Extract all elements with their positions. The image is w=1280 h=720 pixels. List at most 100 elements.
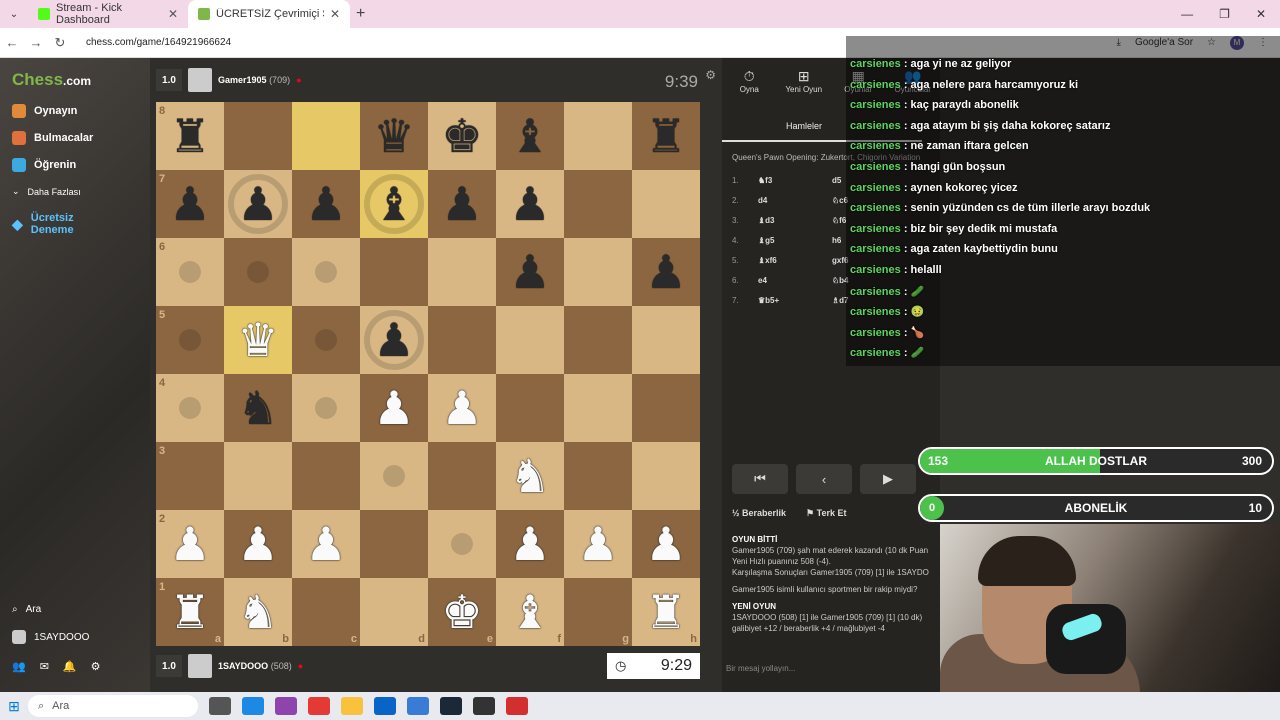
square-e8[interactable]: ♚ [428,102,496,170]
edge-icon[interactable] [242,697,264,715]
square-b1[interactable]: b ♞ [224,578,292,646]
square-a6[interactable]: 6 [156,238,224,306]
chrome-icon[interactable] [308,697,330,715]
square-e4[interactable]: ♟ [428,374,496,442]
sidebar-item-play[interactable]: Oynayın [12,104,77,118]
square-h1[interactable]: h ♜ [632,578,700,646]
square-f8[interactable]: ♝ [496,102,564,170]
black-pawn-icon[interactable]: ♟ [509,181,550,227]
square-g3[interactable] [564,442,632,510]
square-h5[interactable] [632,306,700,374]
square-f7[interactable]: ♟ [496,170,564,238]
sidebar-item-puzzles[interactable]: Bulmacalar [12,131,93,145]
white-move[interactable]: d4 [758,196,832,205]
prev-move-button[interactable]: ‹ [796,464,852,494]
tab-new-game[interactable]: ⊞ Yeni Oyun [777,68,832,94]
white-move[interactable]: e4 [758,276,832,285]
black-pawn-icon[interactable]: ♟ [169,181,210,227]
white-rook-icon[interactable]: ♜ [645,589,686,635]
white-king-icon[interactable]: ♚ [441,589,482,635]
square-d8[interactable]: ♛ [360,102,428,170]
sidebar-search[interactable]: ⌕ Ara [12,604,41,615]
taskbar-search[interactable]: ⌕ Ara [28,695,198,717]
white-queen-icon[interactable]: ♛ [237,317,278,363]
steam-icon[interactable] [440,697,462,715]
resign-button[interactable]: ⚑ Terk Et [806,508,846,519]
square-b5[interactable]: ♛ [224,306,292,374]
next-move-button[interactable]: ▶ [860,464,916,494]
black-pawn-icon[interactable]: ♟ [373,317,414,363]
sidebar-item-learn[interactable]: Öğrenin [12,158,76,172]
copilot-icon[interactable] [275,697,297,715]
draw-button[interactable]: ½ Beraberlik [732,508,786,519]
square-c4[interactable] [292,374,360,442]
url-field[interactable]: chess.com/game/164921966624 [86,37,231,48]
black-rook-icon[interactable]: ♜ [645,113,686,159]
mail-icon[interactable]: ✉ [40,660,49,673]
sidebar-item-more[interactable]: ⌄ Daha Fazlası [12,186,81,197]
square-f4[interactable] [496,374,564,442]
white-knight-icon[interactable]: ♞ [237,589,278,635]
square-c2[interactable]: ♟ [292,510,360,578]
reload-icon[interactable]: ↻ [48,35,72,51]
square-h4[interactable] [632,374,700,442]
white-pawn-icon[interactable]: ♟ [169,521,210,567]
square-d4[interactable]: ♟ [360,374,428,442]
black-move[interactable]: ♘f6 [832,216,846,225]
black-bishop-icon[interactable]: ♝ [373,181,414,227]
square-g7[interactable] [564,170,632,238]
first-move-button[interactable]: ⏮ [732,464,788,494]
square-e1[interactable]: e ♚ [428,578,496,646]
close-tab-icon[interactable]: ✕ [330,7,340,21]
square-e5[interactable] [428,306,496,374]
square-d1[interactable]: d [360,578,428,646]
square-g5[interactable] [564,306,632,374]
white-pawn-icon[interactable]: ♟ [577,521,618,567]
back-icon[interactable]: ← [0,35,24,50]
black-knight-icon[interactable]: ♞ [237,385,278,431]
white-move[interactable]: ♝d3 [758,216,832,225]
square-d5[interactable]: ♟ [360,306,428,374]
white-bishop-icon[interactable]: ♝ [509,589,550,635]
bottom-player-name[interactable]: 1SAYDOOO (508) [218,661,292,671]
white-move[interactable]: ♝xf6 [758,256,832,265]
black-pawn-icon[interactable]: ♟ [645,249,686,295]
file-explorer-icon[interactable] [341,697,363,715]
square-d3[interactable] [360,442,428,510]
sidebar-item-free-trial[interactable]: ◆ Ücretsiz Deneme [12,212,102,236]
black-pawn-icon[interactable]: ♟ [305,181,346,227]
white-pawn-icon[interactable]: ♟ [237,521,278,567]
black-pawn-icon[interactable]: ♟ [237,181,278,227]
white-pawn-icon[interactable]: ♟ [373,385,414,431]
tab-list-chevron-icon[interactable]: ⌄ [0,9,28,20]
square-c7[interactable]: ♟ [292,170,360,238]
black-move[interactable]: h6 [832,236,841,245]
outlook-icon[interactable] [374,697,396,715]
square-f1[interactable]: f ♝ [496,578,564,646]
square-d7[interactable]: ♝ [360,170,428,238]
new-tab-button[interactable]: + [356,5,365,23]
minimize-icon[interactable]: — [1181,7,1193,21]
top-player-name[interactable]: Gamer1905 (709) [218,75,290,85]
tab-play[interactable]: ⏱ Oyna [722,68,777,94]
square-f5[interactable] [496,306,564,374]
windows-start-icon[interactable]: ⊞ [0,698,28,715]
forward-icon[interactable]: → [24,35,48,50]
square-g1[interactable]: g [564,578,632,646]
square-g8[interactable] [564,102,632,170]
black-pawn-icon[interactable]: ♟ [441,181,482,227]
bell-icon[interactable]: 🔔 [63,660,77,673]
square-f3[interactable]: ♞ [496,442,564,510]
square-g2[interactable]: ♟ [564,510,632,578]
square-c3[interactable] [292,442,360,510]
square-b6[interactable] [224,238,292,306]
chess-board[interactable]: 8 ♜ ♛ ♚ ♝ ♜ 7 ♟ ♟ ♟ ♝ ♟ ♟ 6 ♟ ♟ 5 ♛ ♟ 4 ♞ ♟ ♟ 3 ♞ 2 ♟ ♟ ♟ ♟ ♟ ♟ 1 a ♜ b ♞ c d e… [156,102,700,646]
white-move[interactable]: ♞f3 [758,176,832,185]
square-e3[interactable] [428,442,496,510]
square-e2[interactable] [428,510,496,578]
white-move[interactable]: ♝g5 [758,236,832,245]
square-h7[interactable] [632,170,700,238]
square-a1[interactable]: 1 a ♜ [156,578,224,646]
square-h6[interactable]: ♟ [632,238,700,306]
square-a5[interactable]: 5 [156,306,224,374]
